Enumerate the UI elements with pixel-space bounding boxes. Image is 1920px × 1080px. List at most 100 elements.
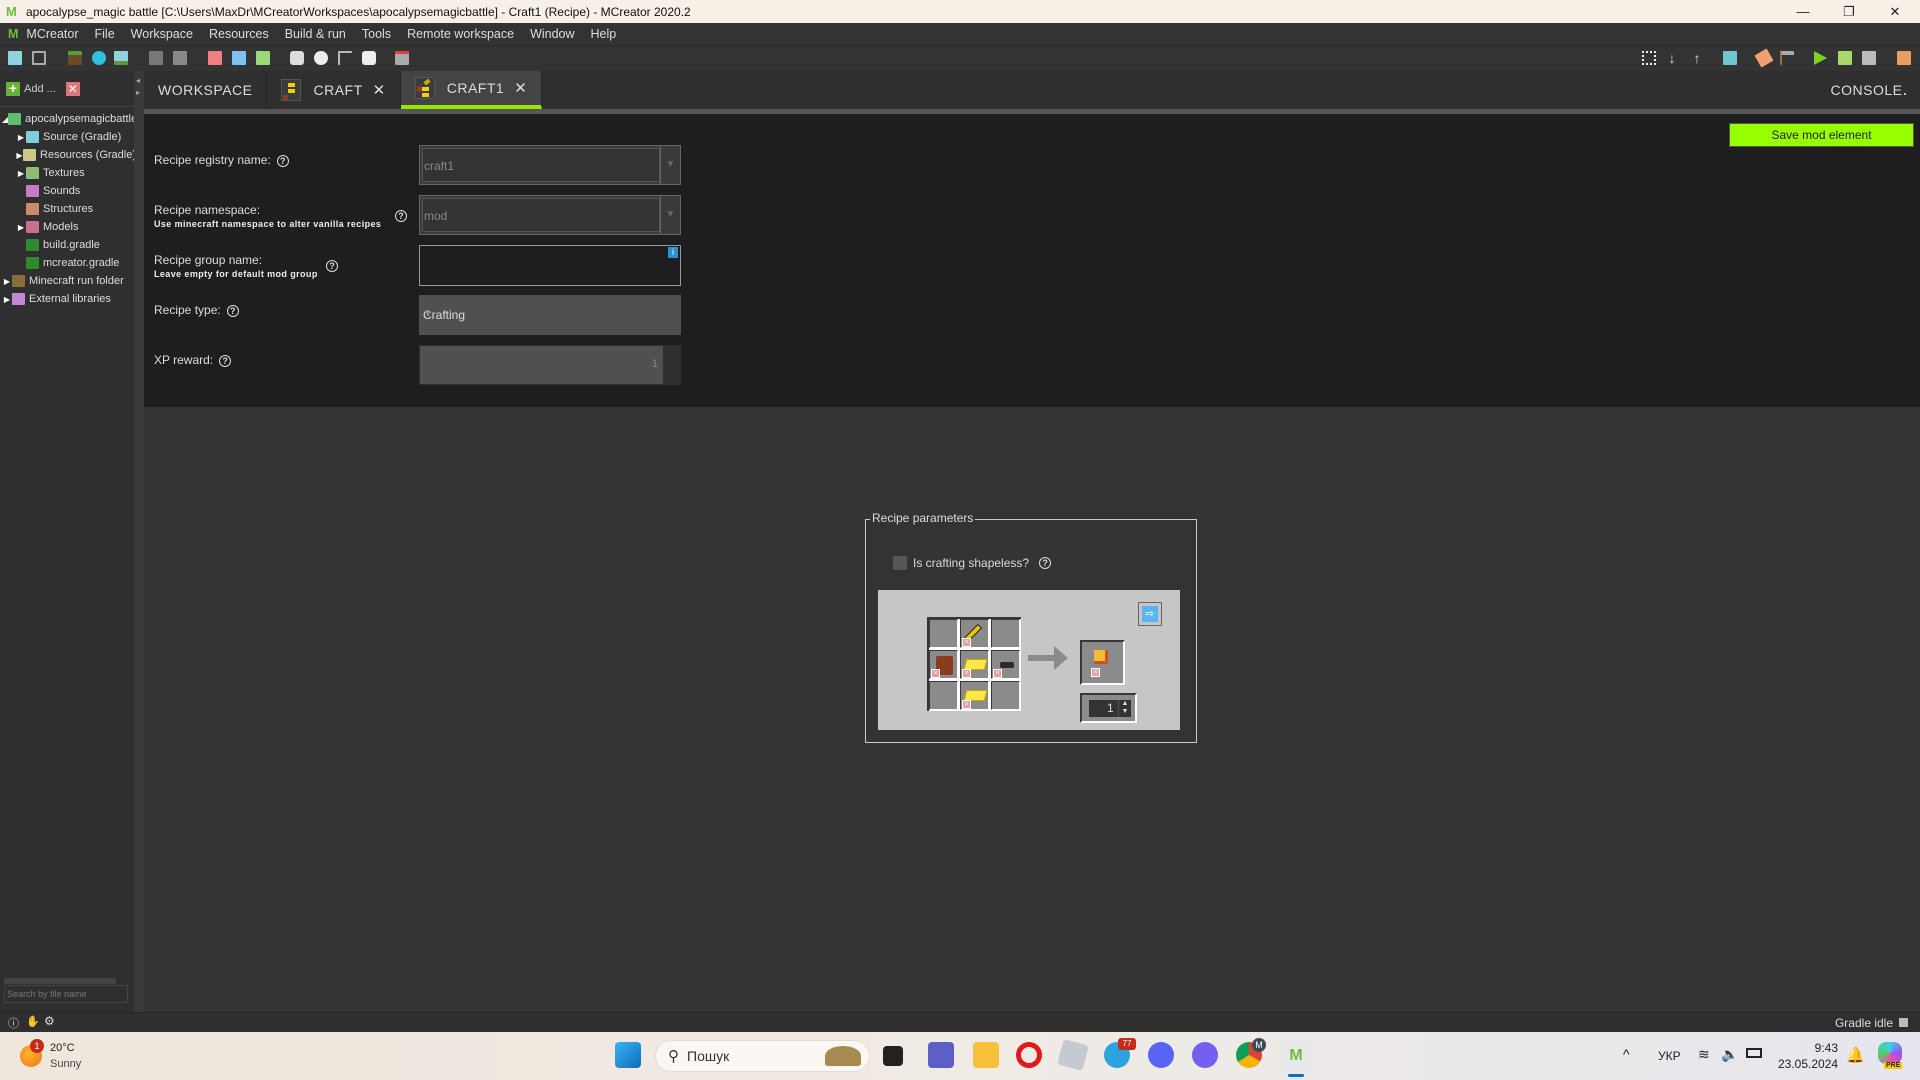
crafting-slot[interactable] <box>929 681 958 710</box>
export-recipe-button[interactable]: ⇨ <box>1138 602 1162 626</box>
volume-icon[interactable]: 🔈 <box>1721 1046 1738 1063</box>
remove-item-icon[interactable]: × <box>1091 668 1100 677</box>
copilot-icon[interactable] <box>1878 1042 1902 1064</box>
variables-icon[interactable] <box>395 51 409 65</box>
crafting-slot[interactable]: × <box>991 650 1020 679</box>
help-icon[interactable]: ? <box>219 355 232 367</box>
help-icon[interactable]: ? <box>1039 557 1052 569</box>
mcreator-taskbar-icon[interactable]: M <box>1280 1039 1312 1073</box>
file-tree-item[interactable]: ▶ Textures <box>0 164 136 182</box>
remove-item-icon[interactable]: × <box>962 638 971 647</box>
remove-item-icon[interactable]: × <box>962 669 971 678</box>
namespace-combo[interactable]: mod ▼ <box>419 195 681 235</box>
teams-icon[interactable] <box>928 1042 954 1068</box>
shapeless-checkbox[interactable] <box>893 556 907 570</box>
collapsed-arrow-icon[interactable]: ▶ <box>16 151 23 160</box>
menu-build-run[interactable]: Build & run <box>277 27 354 41</box>
menu-resources[interactable]: Resources <box>201 27 277 41</box>
workspace-settings-icon[interactable] <box>1723 51 1737 65</box>
registry-name-value[interactable]: craft1 <box>422 148 660 182</box>
console-tab[interactable]: CONSOLE. <box>1831 80 1908 98</box>
file-tree-item[interactable]: Sounds <box>0 182 136 200</box>
namespace-value[interactable]: mod <box>422 198 660 232</box>
run-server-icon[interactable] <box>1838 51 1852 65</box>
new-image-icon[interactable] <box>8 51 22 65</box>
result-count-spinner[interactable]: 1 ▲ ▼ <box>1080 693 1137 723</box>
taskbar-search[interactable]: ⚲ Пошук <box>655 1040 870 1072</box>
task-view-icon[interactable] <box>883 1046 903 1066</box>
viber-icon[interactable] <box>1192 1042 1218 1068</box>
result-slot[interactable]: × <box>1080 640 1125 685</box>
file-tree-item[interactable]: ▶ Minecraft run folder <box>0 272 136 290</box>
file-tree-item[interactable]: mcreator.gradle <box>0 254 136 272</box>
file-search-input[interactable] <box>4 985 128 1003</box>
close-tab-icon[interactable]: ✕ <box>373 81 386 99</box>
remove-item-icon[interactable]: × <box>962 700 971 709</box>
collapsed-arrow-icon[interactable]: ▶ <box>2 277 12 286</box>
collapsed-arrow-icon[interactable]: ▶ <box>16 133 26 142</box>
remove-item-icon[interactable]: × <box>993 669 1002 678</box>
close-tab-icon[interactable]: ✕ <box>514 79 527 97</box>
file-tree-item[interactable]: ▶ Resources (Gradle) <box>0 146 136 164</box>
crafting-slot[interactable]: × <box>960 681 989 710</box>
model-blue-icon[interactable] <box>232 51 246 65</box>
restore-button[interactable]: ❐ <box>1826 0 1872 23</box>
model-red-icon[interactable] <box>208 51 222 65</box>
regenerate-code-icon[interactable] <box>1754 48 1774 68</box>
weather-widget[interactable]: 1 20°C Sunny <box>20 1039 81 1072</box>
windows-start-icon[interactable] <box>615 1042 641 1068</box>
menu-file[interactable]: File <box>87 27 123 41</box>
tab-craft1[interactable]: CRAFT1 ✕ <box>400 71 543 109</box>
donate-icon[interactable]: ✋ <box>26 1015 40 1028</box>
clock[interactable]: 9:43 23.05.2024 <box>1778 1040 1838 1072</box>
stop-icon[interactable] <box>1862 51 1876 65</box>
crafting-slot[interactable] <box>991 619 1020 648</box>
xp-reward-value[interactable]: 1 <box>420 346 663 384</box>
menu-window[interactable]: Window <box>522 27 582 41</box>
file-tree-item[interactable]: ▶ External libraries <box>0 290 136 308</box>
chevron-down-icon[interactable]: ▼ <box>660 146 680 184</box>
push-icon[interactable]: ↑ <box>1690 51 1704 65</box>
close-window-button[interactable]: ✕ <box>1872 0 1918 23</box>
chevron-down-icon[interactable]: ▼ <box>423 309 675 320</box>
show-hidden-icons-button[interactable]: ^ <box>1623 1046 1630 1062</box>
export-icon[interactable] <box>1897 51 1911 65</box>
language-indicator[interactable]: УКР <box>1658 1049 1681 1063</box>
file-tree-item[interactable]: build.gradle <box>0 236 136 254</box>
file-tree-item[interactable]: ▶ Source (Gradle) <box>0 128 136 146</box>
delete-file-button[interactable]: ✕ <box>65 81 80 96</box>
build-icon[interactable] <box>1780 51 1794 65</box>
recipe-type-select[interactable]: Crafting ▼ <box>419 295 681 335</box>
new-animation-icon[interactable] <box>32 51 46 65</box>
menu-workspace[interactable]: Workspace <box>123 27 201 41</box>
help-icon[interactable]: ? <box>395 210 407 222</box>
crafting-slot[interactable]: × <box>960 619 989 648</box>
create-armor-icon[interactable] <box>290 51 304 65</box>
pull-icon[interactable]: ↓ <box>1665 51 1679 65</box>
discord-icon[interactable] <box>1148 1042 1174 1068</box>
save-mod-element-button[interactable]: Save mod element <box>1729 123 1914 147</box>
collapsed-arrow-icon[interactable]: ▶ <box>16 169 26 178</box>
help-icon[interactable]: ? <box>326 260 338 272</box>
menu-tools[interactable]: Tools <box>354 27 399 41</box>
crafting-slot[interactable]: × <box>929 650 958 679</box>
tab-craft[interactable]: CRAFT ✕ <box>267 71 401 109</box>
collapse-arrows-icon[interactable]: ◂ ▸ <box>136 75 140 99</box>
create-entity-icon[interactable] <box>314 51 328 65</box>
shapeless-checkbox-row[interactable]: Is crafting shapeless? ? <box>893 556 1052 570</box>
crafting-slot[interactable] <box>991 681 1020 710</box>
chevron-down-icon[interactable]: ▼ <box>660 196 680 234</box>
git-branch-icon[interactable] <box>1642 51 1656 65</box>
model-green-icon[interactable] <box>256 51 270 65</box>
file-tree-item[interactable]: Structures <box>0 200 136 218</box>
file-tree-item[interactable]: ◢ apocalypsemagicbattle <box>0 110 136 128</box>
file-tree-item[interactable]: ▶ Models <box>0 218 136 236</box>
group-name-input[interactable]: i <box>419 245 681 286</box>
run-client-icon[interactable] <box>1814 51 1827 65</box>
import-sound-icon[interactable] <box>149 51 163 65</box>
sidebar-splitter[interactable]: ◂ ▸ <box>134 71 144 1012</box>
add-file-button[interactable]: Add ... <box>24 83 56 95</box>
menu-remote-workspace[interactable]: Remote workspace <box>399 27 522 41</box>
file-explorer-icon[interactable] <box>973 1042 999 1068</box>
create-tool-icon[interactable] <box>338 51 352 65</box>
